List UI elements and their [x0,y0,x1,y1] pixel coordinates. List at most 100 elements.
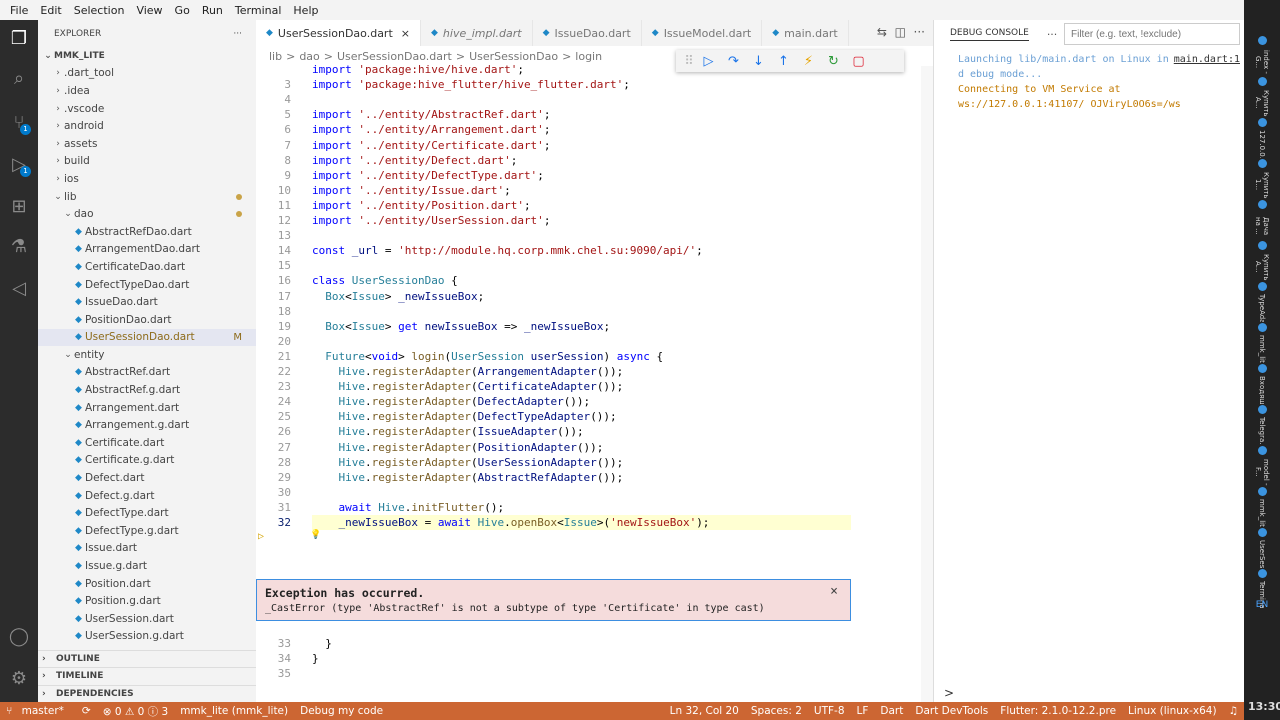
more-actions-icon[interactable]: ··· [914,25,925,39]
menu-help[interactable]: Help [287,4,324,17]
breadcrumb-item[interactable]: dao [299,50,319,63]
console-filter-input[interactable] [1064,23,1240,45]
file-item[interactable]: ◆ IssueDao.dart [38,293,256,311]
file-item[interactable]: ◆ AbstractRef.dart [38,364,256,382]
taskbar-item[interactable]: Купить А... [1248,77,1276,117]
folder-item[interactable]: › .dart_tool [38,65,256,83]
breadcrumb-item[interactable]: UserSessionDao [469,50,558,63]
folder-item[interactable]: ⌄ dao [38,205,256,223]
taskbar-item[interactable]: UserSes... [1248,528,1276,568]
console-prompt[interactable]: > [944,686,954,700]
branch-indicator[interactable]: ⑂ master* [0,705,76,717]
file-item[interactable]: ◆ Issue.g.dart [38,557,256,575]
file-item[interactable]: ◆ Arrangement.g.dart [38,416,256,434]
search-icon[interactable]: ⌕ [8,68,30,90]
menu-run[interactable]: Run [196,4,229,17]
taskbar-item[interactable]: index - G... [1248,36,1276,76]
file-item[interactable]: ◆ UserSessionDao.dart M [38,328,256,347]
file-item[interactable]: ◆ UserSession.g.dart [38,628,256,646]
debug-console-title[interactable]: DEBUG CONSOLE [950,28,1029,41]
taskbar-item[interactable]: Купить 1... [1248,159,1276,199]
taskbar-item[interactable]: Дача на ... [1248,200,1276,240]
breadcrumb-item[interactable]: login [575,50,602,63]
line-ending[interactable]: LF [851,705,875,717]
file-item[interactable]: ◆ CertificateDao.dart [38,258,256,276]
file-item[interactable]: ◆ AbstractRefDao.dart [38,223,256,241]
taskbar-item[interactable]: 127.0.0.1... [1248,118,1276,158]
menu-file[interactable]: File [4,4,34,17]
file-item[interactable]: ◆ DefectType.dart [38,504,256,522]
menu-edit[interactable]: Edit [34,4,67,17]
project-root[interactable]: ⌄ MMK_LITE [38,47,256,65]
explorer-icon[interactable]: ❐ [8,28,30,50]
indentation[interactable]: Spaces: 2 [745,705,808,717]
folder-item[interactable]: › android [38,117,256,135]
code-editor[interactable]: Exception has occurred. _CastError (type… [256,63,921,680]
console-more-icon[interactable]: ··· [1047,28,1058,41]
file-item[interactable]: ◆ DefectTypeDao.dart [38,276,256,294]
taskbar-item[interactable]: Купить А... [1248,241,1276,281]
outline-section[interactable]: › OUTLINE [38,650,256,667]
taskbar-item[interactable]: Входящ... [1248,364,1276,404]
language-mode[interactable]: Dart [874,705,909,717]
file-item[interactable]: ◆ Certificate.dart [38,434,256,452]
manage-gear-icon[interactable]: ⚙ [8,668,30,690]
file-item[interactable]: ◆ ArrangementDao.dart [38,241,256,259]
file-item[interactable]: ◆ Defect.g.dart [38,487,256,505]
menu-go[interactable]: Go [169,4,196,17]
sync-icon[interactable]: ⟳ [76,705,97,717]
taskbar-item[interactable]: Telegra... [1248,405,1276,445]
flutter-icon[interactable]: ◁ [8,278,30,300]
problems-indicator[interactable]: ⊗ 0 ⚠ 0 ⓘ 3 [97,704,174,719]
device-selector[interactable]: Linux (linux-x64) [1122,705,1223,717]
tab-main-dart[interactable]: ◆ main.dart [762,20,849,46]
taskbar-item[interactable]: model - F... [1248,446,1276,486]
file-item[interactable]: ◆ Arrangement.dart [38,399,256,417]
folder-item[interactable]: › build [38,153,256,171]
folder-item[interactable]: › .vscode [38,100,256,118]
folder-item[interactable]: ⌄ entity [38,346,256,364]
explorer-more-icon[interactable]: ··· [233,29,242,39]
keyboard-lang[interactable]: EN [1248,600,1276,610]
encoding[interactable]: UTF-8 [808,705,851,717]
editor-scrollbar[interactable] [921,66,933,702]
file-item[interactable]: ◆ AbstractRef.g.dart [38,381,256,399]
file-item[interactable]: ◆ UserSession.dart [38,610,256,628]
file-item[interactable]: ◆ Issue.dart [38,540,256,558]
file-item[interactable]: ◆ Defect.dart [38,469,256,487]
extensions-icon[interactable]: ⊞ [8,196,30,218]
breadcrumb-item[interactable]: lib [269,50,282,63]
compare-icon[interactable]: ⇆ [877,25,887,39]
timeline-section[interactable]: › TIMELINE [38,667,256,684]
taskbar-item[interactable]: TypeAda... [1248,282,1276,322]
breadcrumb-item[interactable]: UserSessionDao.dart [337,50,452,63]
bell-icon[interactable]: ♫ [1223,705,1244,717]
folder-item[interactable]: › .idea [38,82,256,100]
taskbar-item[interactable]: mmk_lite [1248,323,1276,363]
tab-issuedao-dart[interactable]: ◆ IssueDao.dart [533,20,642,46]
project-indicator[interactable]: mmk_lite (mmk_lite) [174,705,294,717]
lightbulb-icon[interactable]: 💡 [310,530,321,540]
taskbar-item[interactable]: mmk_lite... [1248,487,1276,527]
debug-my-code[interactable]: Debug my code [294,705,389,717]
file-item[interactable]: ◆ DefectType.g.dart [38,522,256,540]
menu-view[interactable]: View [130,4,168,17]
dependencies-section[interactable]: › DEPENDENCIES [38,685,256,702]
split-editor-icon[interactable]: ◫ [895,25,906,39]
tab-hive_impl-dart[interactable]: ◆ hive_impl.dart [421,20,533,46]
file-item[interactable]: ◆ Position.g.dart [38,592,256,610]
folder-item[interactable]: ⌄ lib [38,188,256,206]
console-source-link[interactable]: main.dart:1 [1174,52,1240,67]
cursor-position[interactable]: Ln 32, Col 20 [664,705,745,717]
tab-issuemodel-dart[interactable]: ◆ IssueModel.dart [642,20,763,46]
menu-terminal[interactable]: Terminal [229,4,288,17]
dart-devtools[interactable]: Dart DevTools [909,705,994,717]
folder-item[interactable]: › ios [38,170,256,188]
flutter-version[interactable]: Flutter: 2.1.0-12.2.pre [994,705,1122,717]
folder-item[interactable]: › assets [38,135,256,153]
tab-usersessiondao-dart[interactable]: ◆ UserSessionDao.dart × [256,20,421,46]
testing-icon[interactable]: ⚗ [8,236,30,258]
file-item[interactable]: ◆ Position.dart [38,575,256,593]
accounts-icon[interactable]: ◯ [8,626,30,648]
file-item[interactable]: ◆ PositionDao.dart [38,311,256,329]
